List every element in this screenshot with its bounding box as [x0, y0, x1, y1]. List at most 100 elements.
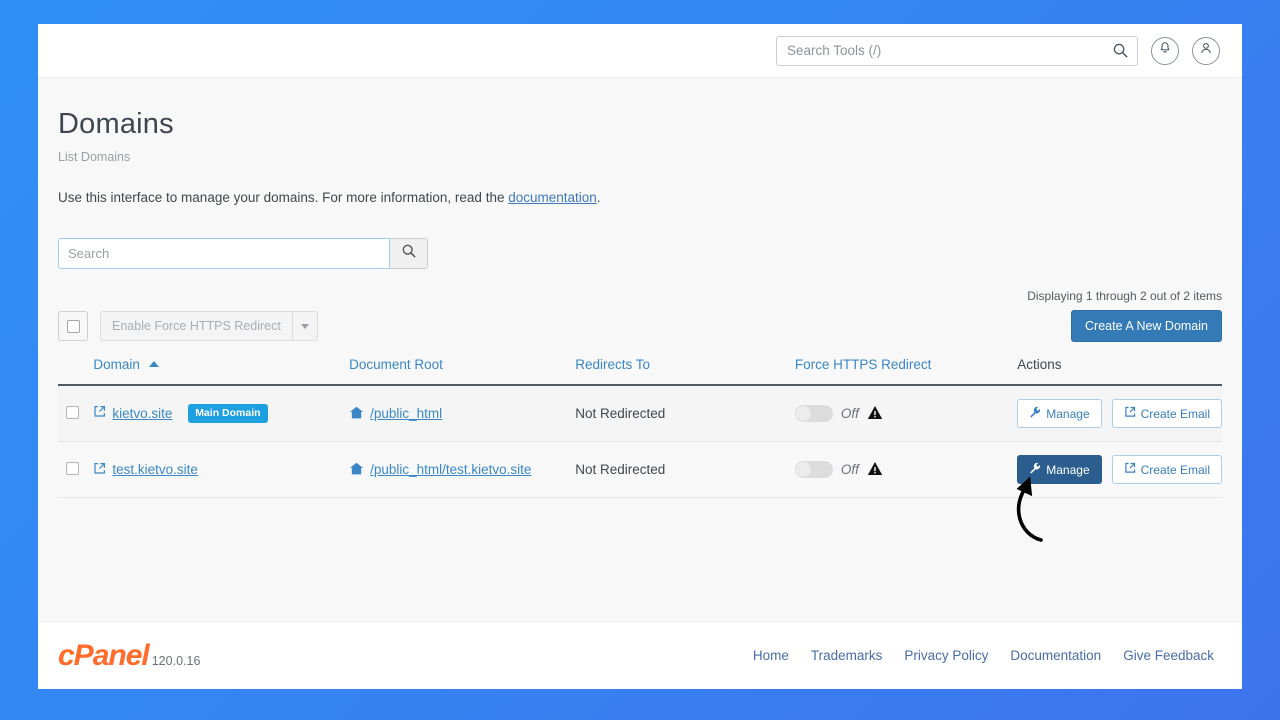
- domain-name: test.kietvo.site: [112, 462, 198, 477]
- column-actions: Actions: [1017, 357, 1222, 386]
- footer-link-trademarks[interactable]: Trademarks: [811, 648, 883, 663]
- domain-search-field[interactable]: [58, 238, 390, 269]
- manage-button[interactable]: Manage: [1017, 399, 1102, 428]
- force-https-toggle[interactable]: [794, 461, 833, 478]
- search-icon: [402, 244, 416, 263]
- document-root-path: /public_html: [370, 406, 443, 421]
- top-header-bar: [38, 24, 1242, 78]
- domain-search-row: [58, 238, 1222, 269]
- notifications-button[interactable]: [1151, 36, 1179, 65]
- user-icon: [1199, 41, 1213, 60]
- toggle-knob: [795, 406, 811, 421]
- table-header-row: Domain Document Root Redirects To Force …: [58, 357, 1222, 386]
- table-header: Domain Document Root Redirects To Force …: [58, 357, 1222, 386]
- row-select-cell[interactable]: [58, 441, 94, 498]
- manage-button[interactable]: Manage: [1017, 455, 1102, 484]
- document-root-path: /public_html/test.kietvo.site: [370, 462, 532, 477]
- column-document-root[interactable]: Document Root: [349, 357, 576, 386]
- row-domain-cell: test.kietvo.site: [93, 441, 350, 498]
- manage-button-label: Manage: [1046, 406, 1090, 421]
- chevron-down-icon: [300, 323, 309, 329]
- domain-search-input[interactable]: [59, 246, 389, 261]
- bulk-action-dropdown[interactable]: Enable Force HTTPS Redirect: [100, 311, 318, 341]
- row-actions-cell: Manage Create Email: [1017, 385, 1222, 442]
- row-redirects-to-cell: Not Redirected: [575, 385, 795, 442]
- tools-search-field[interactable]: [776, 35, 1138, 66]
- external-link-icon: [1124, 462, 1136, 477]
- column-select: [58, 357, 94, 386]
- page-title: Domains: [58, 108, 174, 140]
- external-link-icon: [93, 405, 106, 421]
- footer-links: Home Trademarks Privacy Policy Documenta…: [753, 648, 1214, 663]
- select-all-checkbox[interactable]: [58, 311, 88, 341]
- bulk-action-caret[interactable]: [292, 311, 318, 341]
- column-force-https-redirect[interactable]: Force HTTPS Redirect: [794, 357, 1018, 386]
- external-link-icon: [1124, 406, 1136, 421]
- footer-link-give-feedback[interactable]: Give Feedback: [1123, 648, 1214, 663]
- row-checkbox[interactable]: [66, 405, 79, 419]
- footer-link-home[interactable]: Home: [753, 648, 789, 663]
- row-actions-cell: Manage Create Email: [1017, 441, 1222, 498]
- domain-name: kietvo.site: [112, 405, 173, 421]
- row-document-root-cell: /public_html: [349, 385, 576, 442]
- row-force-https-cell: Off: [794, 385, 1018, 442]
- warning-triangle-icon: [867, 461, 883, 479]
- document-root-link[interactable]: /public_html: [349, 405, 442, 423]
- column-domain-label: Domain: [93, 357, 140, 372]
- checkbox-square-icon: [66, 319, 80, 333]
- table-row: kietvo.site Main Domain /public_html Not…: [58, 385, 1222, 442]
- create-email-button-label: Create Email: [1140, 462, 1210, 477]
- main-domain-badge: Main Domain: [188, 404, 268, 423]
- bulk-action-bar: Enable Force HTTPS Redirect Create A New…: [58, 310, 1222, 342]
- results-count: Displaying 1 through 2 out of 2 items: [1027, 289, 1222, 303]
- breadcrumb: List Domains: [58, 150, 131, 164]
- footer-link-documentation[interactable]: Documentation: [1010, 648, 1101, 663]
- create-email-button[interactable]: Create Email: [1111, 399, 1222, 428]
- cpanel-page: Domains List Domains Use this interface …: [38, 24, 1242, 689]
- row-redirects-to-cell: Not Redirected: [575, 441, 795, 498]
- table-row: test.kietvo.site /public_html/test.kietv…: [58, 441, 1222, 498]
- domains-table: Domain Document Root Redirects To Force …: [58, 357, 1222, 498]
- tools-search-input[interactable]: [777, 43, 1137, 58]
- row-force-https-cell: Off: [794, 441, 1018, 498]
- column-domain[interactable]: Domain: [93, 357, 350, 386]
- home-icon: [349, 461, 364, 479]
- wrench-icon: [1029, 406, 1041, 421]
- caret-up-icon: [148, 361, 159, 367]
- account-button[interactable]: [1192, 36, 1220, 65]
- external-link-icon: [93, 462, 106, 478]
- row-checkbox[interactable]: [66, 461, 79, 475]
- documentation-link[interactable]: documentation: [508, 190, 597, 205]
- cpanel-version: 120.0.16: [151, 653, 201, 668]
- row-document-root-cell: /public_html/test.kietvo.site: [349, 441, 576, 498]
- cpanel-logo: cPanel: [58, 638, 150, 672]
- domain-search-button[interactable]: [390, 238, 428, 269]
- bulk-action-label: Enable Force HTTPS Redirect: [100, 311, 293, 341]
- row-domain-cell: kietvo.site Main Domain: [93, 385, 350, 442]
- column-redirects-to[interactable]: Redirects To: [575, 357, 795, 386]
- row-select-cell[interactable]: [58, 385, 94, 442]
- domain-link[interactable]: test.kietvo.site: [93, 462, 198, 478]
- intro-text: Use this interface to manage your domain…: [58, 190, 1222, 205]
- home-icon: [349, 405, 364, 423]
- footer-link-privacy-policy[interactable]: Privacy Policy: [904, 648, 988, 663]
- search-icon: [1113, 43, 1128, 63]
- create-new-domain-button[interactable]: Create A New Domain: [1071, 310, 1222, 342]
- intro-text-before: Use this interface to manage your domain…: [58, 190, 509, 205]
- create-email-button[interactable]: Create Email: [1111, 455, 1222, 484]
- document-root-link[interactable]: /public_html/test.kietvo.site: [349, 461, 531, 479]
- warning-triangle-icon: [867, 405, 883, 423]
- force-https-state: Off: [840, 462, 859, 477]
- wrench-icon: [1029, 462, 1041, 477]
- force-https-state: Off: [840, 406, 859, 421]
- bell-icon: [1158, 41, 1172, 60]
- manage-button-label: Manage: [1046, 462, 1090, 477]
- footer-brand: cPanel 120.0.16: [58, 639, 200, 673]
- create-email-button-label: Create Email: [1140, 406, 1210, 421]
- force-https-toggle[interactable]: [794, 405, 833, 422]
- domain-link[interactable]: kietvo.site: [93, 405, 172, 421]
- table-body: kietvo.site Main Domain /public_html Not…: [58, 385, 1222, 498]
- toggle-knob: [795, 462, 811, 477]
- page-footer: cPanel 120.0.16 Home Trademarks Privacy P…: [38, 621, 1242, 689]
- intro-text-after: .: [596, 190, 601, 205]
